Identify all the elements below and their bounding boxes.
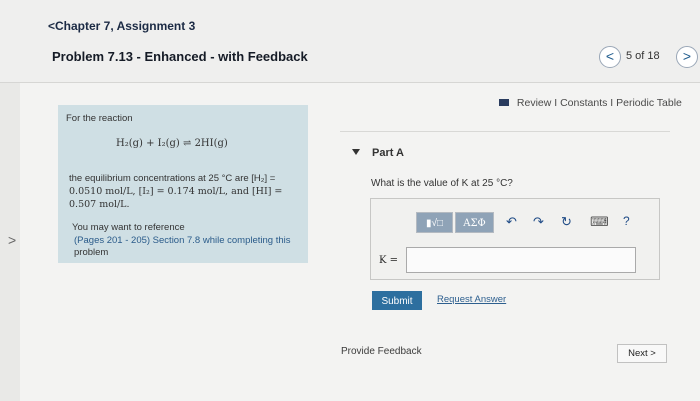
next-button[interactable]: Next > — [617, 344, 667, 363]
assignment-header: <Chapter 7, Assignment 3 Problem 7.13 - … — [0, 0, 700, 83]
reaction-intro: For the reaction — [66, 113, 133, 124]
equilibrium-line-2: 0.0510 mol/L, [I₂] = 0.174 mol/L, and [H… — [69, 186, 283, 197]
next-problem-button[interactable]: > — [676, 46, 698, 68]
provide-feedback-link[interactable]: Provide Feedback — [341, 346, 422, 357]
template-button[interactable]: ▮√□ — [416, 212, 453, 233]
greek-symbols-button[interactable]: ΑΣΦ — [455, 212, 494, 233]
submit-button[interactable]: Submit — [372, 291, 422, 310]
help-icon[interactable]: ? — [623, 214, 630, 228]
reaction-equation: H₂(g) + I₂(g) ⇌ 2HI(g) — [116, 138, 228, 149]
equilibrium-line-1: the equilibrium concentrations at 25 °C … — [69, 173, 276, 184]
reset-icon[interactable]: ↻ — [561, 214, 572, 230]
undo-icon[interactable]: ↶ — [506, 214, 517, 230]
reference-line-1: You may want to reference — [72, 222, 185, 233]
resource-links-text[interactable]: Review I Constants I Periodic Table — [517, 97, 682, 109]
previous-problem-button[interactable]: < — [599, 46, 621, 68]
answer-editor: ▮√□ ΑΣΦ ↶ ↷ ↻ ⌨ ? K = — [370, 198, 660, 280]
reference-line-2[interactable]: (Pages 201 - 205) Section 7.8 while comp… — [74, 235, 291, 246]
part-separator — [340, 131, 670, 132]
request-answer-link[interactable]: Request Answer — [437, 294, 506, 305]
part-a-toggle[interactable]: Part A — [352, 147, 404, 159]
side-chevron-icon[interactable]: > — [8, 232, 16, 248]
problem-counter: 5 of 18 — [626, 50, 660, 62]
reference-line-3: problem — [74, 247, 109, 258]
problem-title: Problem 7.13 - Enhanced - with Feedback — [52, 49, 308, 64]
reaction-info-panel: For the reaction H₂(g) + I₂(g) ⇌ 2HI(g) … — [58, 105, 308, 263]
keyboard-icon[interactable]: ⌨ — [590, 214, 609, 230]
resource-links[interactable]: Review I Constants I Periodic Table — [499, 97, 682, 109]
part-a-label: Part A — [372, 147, 404, 159]
answer-input[interactable] — [406, 247, 636, 273]
answer-label: K = — [379, 255, 399, 266]
redo-icon[interactable]: ↷ — [533, 214, 544, 230]
part-question: What is the value of K at 25 °C? — [371, 178, 513, 189]
chapter-back-link[interactable]: <Chapter 7, Assignment 3 — [48, 19, 195, 33]
equilibrium-line-3: 0.507 mol/L. — [69, 199, 130, 210]
book-icon — [499, 99, 509, 106]
collapse-triangle-icon — [352, 149, 360, 155]
